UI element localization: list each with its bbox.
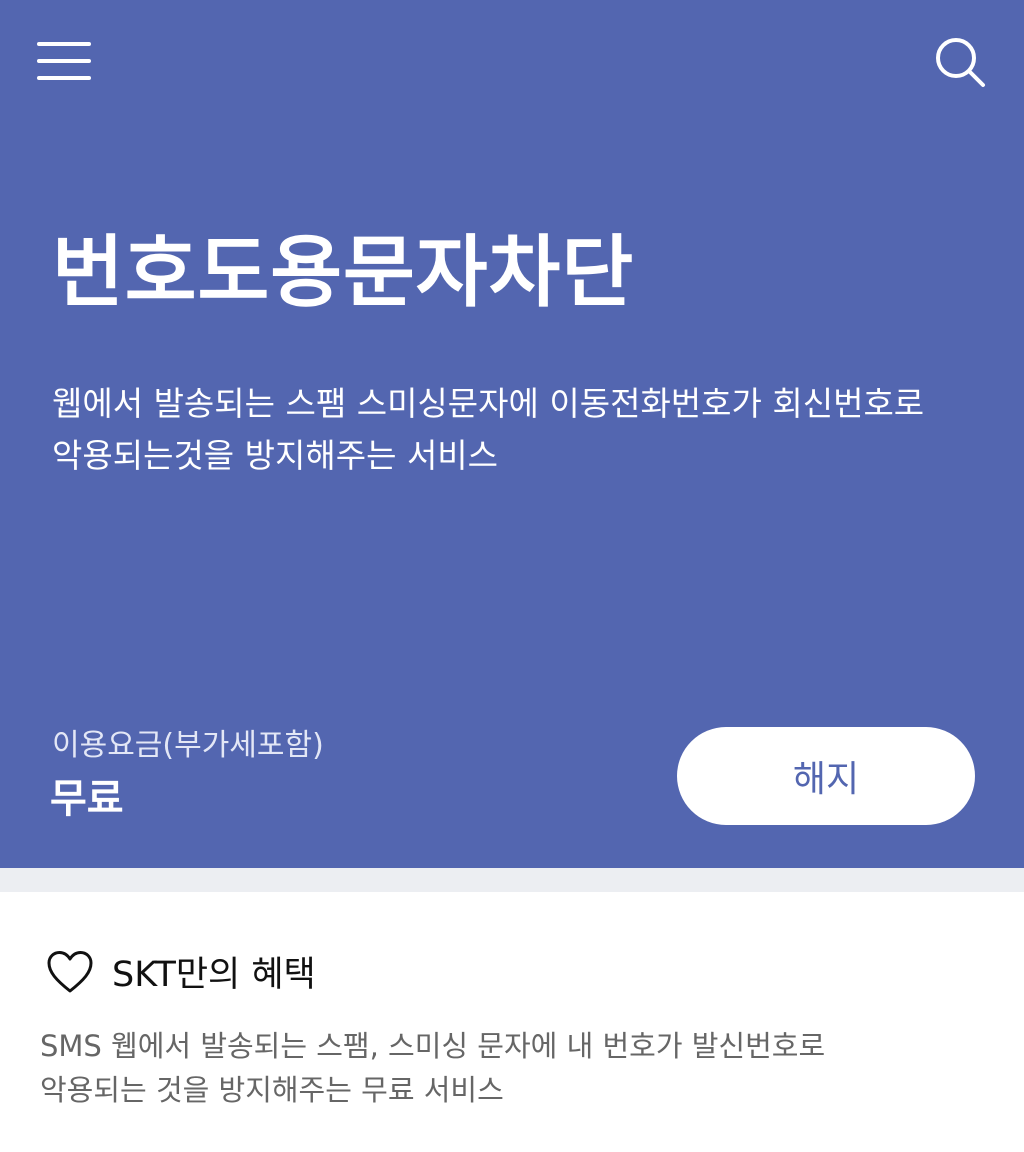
benefit-title: SKT만의 혜택	[112, 955, 316, 995]
service-hero: 번호도용문자차단 웹에서 발송되는 스팸 스미싱문자에 이동전화번호가 회신번호…	[0, 0, 1024, 868]
cancel-service-button[interactable]: 해지	[677, 727, 975, 825]
heart-icon	[47, 950, 93, 992]
search-icon[interactable]	[930, 34, 990, 90]
service-description-line: 악용되는것을 방지해주는 서비스	[52, 436, 499, 475]
benefit-section: SKT만의 혜택 SMS 웹에서 발송되는 스팸, 스미싱 문자에 내 번호가 …	[0, 892, 1024, 1152]
service-description: 웹에서 발송되는 스팸 스미싱문자에 이동전화번호가 회신번호로 악용되는것을 …	[52, 378, 972, 482]
service-description-line: 웹에서 발송되는 스팸 스미싱문자에 이동전화번호가 회신번호로	[52, 384, 925, 423]
benefit-description: SMS 웹에서 발송되는 스팸, 스미싱 문자에 내 번호가 발신번호로 악용되…	[40, 1024, 980, 1112]
menu-line	[37, 42, 91, 46]
section-divider	[0, 868, 1024, 892]
hamburger-menu-icon[interactable]	[34, 38, 94, 86]
fee-label: 이용요금(부가세포함)	[52, 728, 324, 763]
benefit-description-line: SMS 웹에서 발송되는 스팸, 스미싱 문자에 내 번호가 발신번호로	[40, 1029, 826, 1063]
search-icon-graphic	[936, 38, 985, 87]
benefit-heading: SKT만의 혜택	[46, 946, 316, 997]
page-title: 번호도용문자차단	[52, 228, 635, 318]
menu-line	[37, 76, 91, 80]
benefit-description-line: 악용되는 것을 방지해주는 무료 서비스	[40, 1073, 504, 1107]
fee-value: 무료	[50, 776, 124, 822]
menu-line	[37, 59, 91, 63]
